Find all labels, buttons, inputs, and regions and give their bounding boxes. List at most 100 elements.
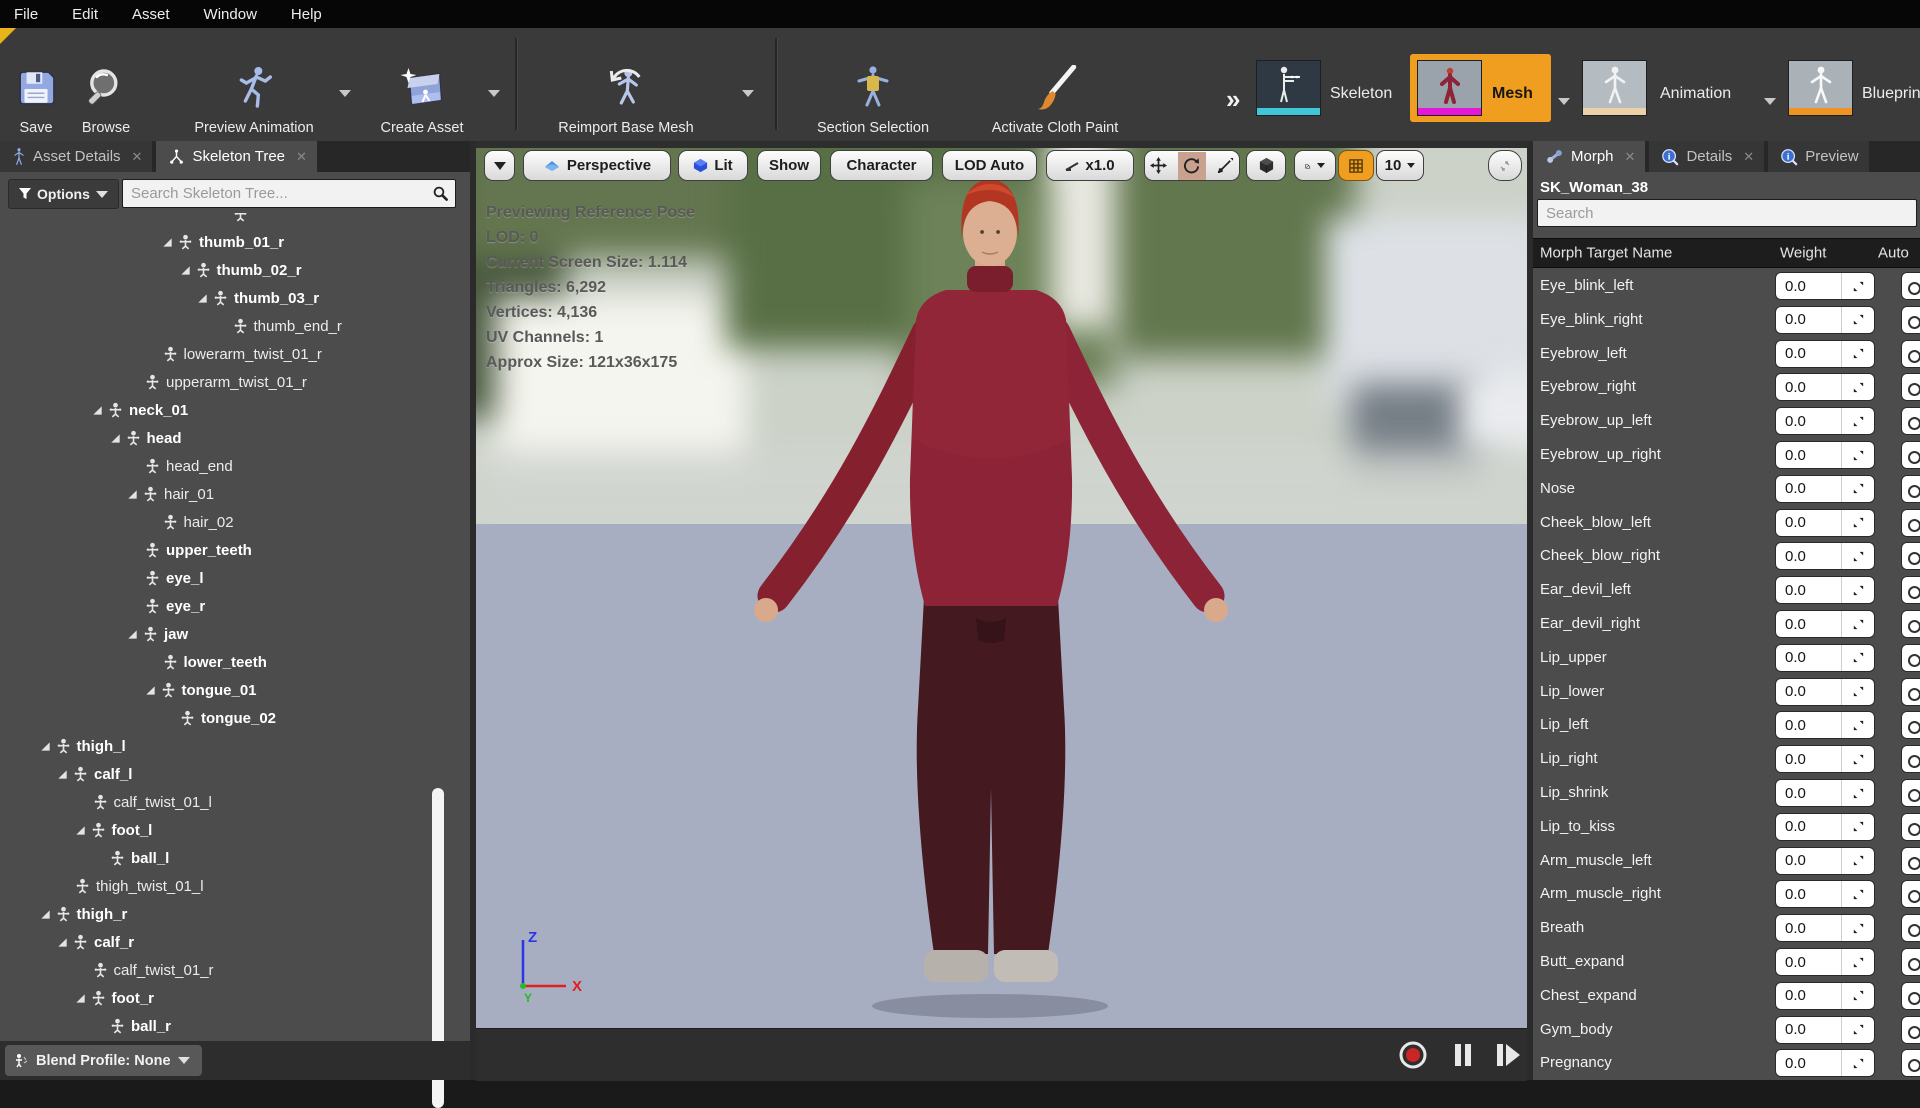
chevron-down-icon[interactable] bbox=[1764, 98, 1776, 105]
weight-spinbox-eye_blink_right[interactable]: 0.0 bbox=[1775, 305, 1875, 334]
auto-toggle[interactable] bbox=[1901, 272, 1920, 300]
tree-row-ball_l[interactable]: ball_l bbox=[109, 844, 169, 872]
show-button[interactable]: Show bbox=[757, 150, 821, 181]
mode-animation-thumbnail[interactable] bbox=[1582, 60, 1647, 116]
chevron-down-icon[interactable] bbox=[488, 90, 500, 97]
weight-value[interactable]: 0.0 bbox=[1776, 413, 1841, 430]
weight-spinbox-nose[interactable]: 0.0 bbox=[1775, 474, 1875, 503]
auto-toggle[interactable] bbox=[1901, 643, 1920, 672]
snap-toggle-button[interactable] bbox=[1294, 150, 1336, 181]
weight-value[interactable]: 0.0 bbox=[1776, 447, 1841, 464]
drag-handle-icon[interactable] bbox=[1842, 415, 1874, 428]
auto-toggle[interactable] bbox=[1901, 407, 1920, 436]
drag-handle-icon[interactable] bbox=[1842, 719, 1874, 732]
blend-profile-button[interactable]: Blend Profile: None bbox=[5, 1045, 202, 1076]
menu-item-edit[interactable]: Edit bbox=[72, 6, 98, 23]
scale-tool-button[interactable] bbox=[1212, 152, 1239, 180]
close-icon[interactable]: ✕ bbox=[1743, 149, 1754, 165]
weight-value[interactable]: 0.0 bbox=[1776, 683, 1841, 700]
chevron-down-icon[interactable] bbox=[1558, 98, 1570, 105]
drag-handle-icon[interactable] bbox=[1842, 753, 1874, 766]
mode-mesh-tab[interactable]: Mesh bbox=[1492, 85, 1533, 103]
playback-speed-button[interactable]: x1.0 bbox=[1046, 150, 1134, 181]
auto-toggle[interactable] bbox=[1901, 610, 1920, 638]
auto-toggle[interactable] bbox=[1901, 812, 1920, 841]
auto-toggle[interactable] bbox=[1901, 508, 1920, 537]
weight-value[interactable]: 0.0 bbox=[1776, 514, 1841, 531]
expander-arrow-icon[interactable] bbox=[127, 489, 138, 500]
column-auto[interactable]: Auto bbox=[1878, 245, 1909, 262]
mode-mesh-tab-active[interactable]: Mesh bbox=[1410, 54, 1551, 122]
tree-row-tongue_01[interactable]: tongue_01 bbox=[145, 676, 257, 704]
tree-row-thigh_r[interactable]: thigh_r bbox=[40, 900, 127, 928]
auto-toggle[interactable] bbox=[1901, 373, 1920, 402]
weight-value[interactable]: 0.0 bbox=[1776, 649, 1841, 666]
tree-row-thumb_02_r[interactable]: thumb_02_r bbox=[180, 256, 302, 284]
viewport-maximize-button[interactable] bbox=[1488, 150, 1522, 181]
weight-spinbox-lip_upper[interactable]: 0.0 bbox=[1775, 643, 1875, 672]
drag-handle-icon[interactable] bbox=[1842, 854, 1874, 867]
weight-spinbox-gym_body[interactable]: 0.0 bbox=[1775, 1015, 1875, 1044]
coordinate-space-button[interactable] bbox=[1246, 150, 1286, 181]
drag-handle-icon[interactable] bbox=[1842, 347, 1874, 360]
weight-spinbox-breath[interactable]: 0.0 bbox=[1775, 914, 1875, 943]
browse-button[interactable]: Browse bbox=[82, 32, 130, 142]
drag-handle-icon[interactable] bbox=[1842, 956, 1874, 969]
tree-row-head_end[interactable]: head_end bbox=[144, 452, 233, 480]
tree-row-lower_teeth[interactable]: lower_teeth bbox=[162, 648, 267, 676]
tree-row-calf_twist_01_r[interactable]: calf_twist_01_r bbox=[92, 956, 214, 984]
section-selection-button[interactable]: Section Selection bbox=[817, 32, 929, 142]
tree-row[interactable] bbox=[232, 213, 254, 228]
reimport-base-mesh-button[interactable]: Reimport Base Mesh bbox=[558, 32, 694, 142]
mode-skeleton-thumbnail[interactable] bbox=[1256, 60, 1321, 116]
weight-spinbox-lip_left[interactable]: 0.0 bbox=[1775, 711, 1875, 740]
chevron-down-icon[interactable] bbox=[339, 90, 351, 97]
tree-row-lowerarm_twist_01_r[interactable]: lowerarm_twist_01_r bbox=[162, 340, 322, 368]
expander-arrow-icon[interactable] bbox=[180, 265, 191, 276]
drag-handle-icon[interactable] bbox=[1842, 584, 1874, 597]
auto-toggle[interactable] bbox=[1901, 1015, 1920, 1044]
options-button[interactable]: Options bbox=[8, 179, 119, 209]
weight-value[interactable]: 0.0 bbox=[1776, 751, 1841, 768]
3d-scene[interactable]: Previewing Reference Pose LOD: 0 Current S… bbox=[476, 148, 1527, 1028]
auto-toggle[interactable] bbox=[1901, 305, 1920, 334]
weight-spinbox-lip_right[interactable]: 0.0 bbox=[1775, 745, 1875, 774]
tab-preview[interactable]: i Preview bbox=[1768, 141, 1869, 172]
close-icon[interactable]: ✕ bbox=[1625, 149, 1636, 165]
weight-value[interactable]: 0.0 bbox=[1776, 785, 1841, 802]
weight-spinbox-eyebrow_left[interactable]: 0.0 bbox=[1775, 339, 1875, 368]
weight-value[interactable]: 0.0 bbox=[1776, 480, 1841, 497]
drag-handle-icon[interactable] bbox=[1842, 516, 1874, 529]
tree-row-ball_r[interactable]: ball_r bbox=[109, 1012, 171, 1040]
weight-spinbox-lip_to_kiss[interactable]: 0.0 bbox=[1775, 812, 1875, 841]
weight-spinbox-chest_expand[interactable]: 0.0 bbox=[1775, 981, 1875, 1010]
column-morph-target-name[interactable]: Morph Target Name bbox=[1540, 245, 1672, 262]
expander-arrow-icon[interactable] bbox=[57, 937, 68, 948]
drag-handle-icon[interactable] bbox=[1842, 787, 1874, 800]
menu-item-file[interactable]: File bbox=[14, 6, 38, 23]
auto-toggle[interactable] bbox=[1901, 914, 1920, 943]
tree-row-hair_01[interactable]: hair_01 bbox=[127, 480, 214, 508]
drag-handle-icon[interactable] bbox=[1842, 618, 1874, 631]
auto-toggle[interactable] bbox=[1901, 981, 1920, 1010]
tree-row-hair_02[interactable]: hair_02 bbox=[162, 508, 234, 536]
auto-toggle[interactable] bbox=[1901, 339, 1920, 368]
tree-row-eye_l[interactable]: eye_l bbox=[144, 564, 204, 592]
weight-value[interactable]: 0.0 bbox=[1776, 987, 1841, 1004]
expander-arrow-icon[interactable] bbox=[40, 909, 51, 920]
pause-button[interactable] bbox=[1448, 1040, 1478, 1070]
lit-button[interactable]: Lit bbox=[678, 150, 748, 181]
menu-item-help[interactable]: Help bbox=[291, 6, 322, 23]
weight-value[interactable]: 0.0 bbox=[1776, 278, 1841, 295]
tab-morph[interactable]: Morph ✕ bbox=[1533, 141, 1646, 172]
weight-spinbox-ear_devil_left[interactable]: 0.0 bbox=[1775, 576, 1875, 605]
weight-spinbox-ear_devil_right[interactable]: 0.0 bbox=[1775, 610, 1875, 638]
drag-handle-icon[interactable] bbox=[1842, 651, 1874, 664]
weight-value[interactable]: 0.0 bbox=[1776, 379, 1841, 396]
tree-row-tongue_02[interactable]: tongue_02 bbox=[179, 704, 276, 732]
tree-row-calf_l[interactable]: calf_l bbox=[57, 760, 132, 788]
auto-toggle[interactable] bbox=[1901, 677, 1920, 706]
weight-spinbox-eye_blink_left[interactable]: 0.0 bbox=[1775, 272, 1875, 300]
mode-mesh-thumbnail[interactable] bbox=[1417, 60, 1482, 116]
create-asset-button[interactable]: Create Asset bbox=[380, 32, 464, 142]
